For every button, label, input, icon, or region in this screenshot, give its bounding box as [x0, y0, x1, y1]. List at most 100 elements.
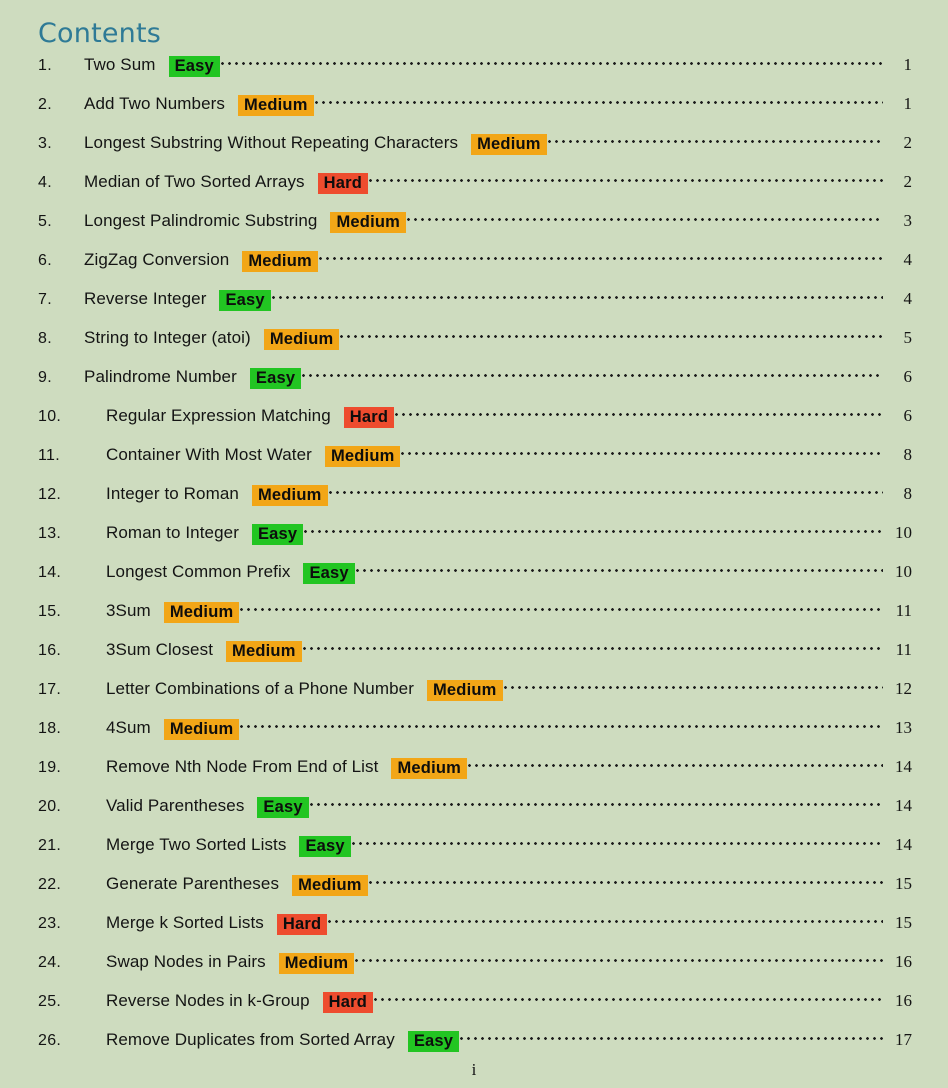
toc-item-page-number: 14 [895, 756, 912, 776]
toc-row[interactable]: 25. Reverse Nodes in k-Group Hard 16 [0, 989, 948, 1028]
toc-item-title[interactable]: Median of Two Sorted Arrays [84, 172, 305, 192]
toc-item-title[interactable]: Reverse Nodes in k-Group [106, 991, 310, 1011]
toc-item-title[interactable]: ZigZag Conversion [84, 250, 229, 270]
toc-item-title[interactable]: Add Two Numbers [84, 94, 225, 114]
toc-item-number: 25. [38, 992, 62, 1010]
toc-item-title[interactable]: Reverse Integer [84, 289, 206, 309]
difficulty-badge-medium: Medium [163, 601, 240, 623]
toc-row[interactable]: 22. Generate Parentheses Medium 15 [0, 872, 948, 911]
toc-item-number: 12. [38, 485, 62, 503]
toc-item-page-number: 10 [895, 522, 912, 542]
difficulty-badge-easy: Easy [168, 55, 220, 77]
toc-item-page-number: 6 [903, 405, 913, 425]
toc-item-page-number: 10 [895, 561, 912, 581]
toc-item-title[interactable]: Merge k Sorted Lists [106, 913, 264, 933]
dot-leader [314, 92, 883, 109]
toc-item-title[interactable]: Longest Substring Without Repeating Char… [84, 133, 458, 153]
difficulty-badge-easy: Easy [257, 796, 309, 818]
toc-item-title[interactable]: Remove Nth Node From End of List [106, 757, 378, 777]
toc-item-number: 5. [38, 212, 52, 230]
toc-item-title[interactable]: Swap Nodes in Pairs [106, 952, 266, 972]
toc-row[interactable]: 7. Reverse Integer Easy 4 [0, 287, 948, 326]
toc-item-title[interactable]: Merge Two Sorted Lists [106, 835, 286, 855]
difficulty-badge-medium: Medium [242, 250, 318, 272]
dot-leader [468, 755, 883, 772]
toc-row[interactable]: 11. Container With Most Water Medium 8 [0, 443, 948, 482]
toc-row[interactable]: 24. Swap Nodes in Pairs Medium 16 [0, 950, 948, 989]
toc-item-page-number: 8 [903, 444, 913, 464]
dot-leader [309, 794, 883, 811]
toc-item-number: 18. [38, 719, 62, 737]
difficulty-badge-medium: Medium [226, 640, 302, 662]
toc-item-page-number: 15 [895, 873, 912, 893]
toc-item-title[interactable]: Container With Most Water [106, 445, 312, 465]
toc-item-title[interactable]: Two Sum [84, 55, 156, 75]
toc-item-number: 17. [38, 680, 62, 698]
toc-row[interactable]: 19. Remove Nth Node From End of List Mediu… [0, 755, 948, 794]
dot-leader [503, 677, 883, 694]
toc-row[interactable]: 21. Merge Two Sorted Lists Easy 14 [0, 833, 948, 872]
toc-item-page-number: 13 [895, 717, 912, 737]
toc-row[interactable]: 3. Longest Substring Without Repeating Ch… [0, 131, 948, 170]
toc-item-page-number: 14 [895, 834, 912, 854]
toc-row[interactable]: 20. Valid Parentheses Easy 14 [0, 794, 948, 833]
difficulty-badge-medium: Medium [278, 952, 355, 974]
toc-row[interactable]: 17. Letter Combinations of a Phone Number… [0, 677, 948, 716]
toc-item-title[interactable]: 3Sum [106, 601, 151, 621]
toc-row[interactable]: 12. Integer to Roman Medium 8 [0, 482, 948, 521]
toc-row[interactable]: 23. Merge k Sorted Lists Hard 15 [0, 911, 948, 950]
dot-leader [355, 950, 883, 967]
toc-item-page-number: 17 [895, 1029, 912, 1049]
toc-item-number: 9. [38, 368, 52, 386]
toc-item-number: 13. [38, 524, 62, 542]
toc-item-title[interactable]: Remove Duplicates from Sorted Array [106, 1030, 395, 1050]
toc-row[interactable]: 8. String to Integer (atoi) Medium 5 [0, 326, 948, 365]
toc-item-number: 22. [38, 875, 62, 893]
dot-leader [369, 170, 883, 187]
toc-item-number: 26. [38, 1031, 62, 1049]
toc-row[interactable]: 5. Longest Palindromic Substring Medium 3 [0, 209, 948, 248]
dot-leader [328, 482, 884, 499]
toc-item-page-number: 15 [895, 912, 912, 932]
toc-item-number: 8. [38, 329, 52, 347]
toc-item-number: 6. [38, 251, 52, 269]
dot-leader [355, 560, 883, 577]
toc-item-number: 3. [38, 134, 52, 152]
toc-row[interactable]: 16. 3Sum Closest Medium 11 [0, 638, 948, 677]
toc-item-title[interactable]: Longest Palindromic Substring [84, 211, 317, 231]
toc-item-title[interactable]: String to Integer (atoi) [84, 328, 251, 348]
toc-row[interactable]: 2. Add Two Numbers Medium 1 [0, 92, 948, 131]
toc-item-title[interactable]: 4Sum [106, 718, 151, 738]
toc-row[interactable]: 1. Two Sum Easy 1 [0, 53, 948, 92]
toc-item-title[interactable]: Letter Combinations of a Phone Number [106, 679, 414, 699]
toc-row[interactable]: 15. 3Sum Medium 11 [0, 599, 948, 638]
difficulty-badge-medium: Medium [330, 211, 407, 233]
toc-item-title[interactable]: Valid Parentheses [106, 796, 244, 816]
toc-row[interactable]: 9. Palindrome Number Easy 6 [0, 365, 948, 404]
toc-row[interactable]: 10. Regular Expression Matching Hard 6 [0, 404, 948, 443]
difficulty-badge-medium: Medium [238, 94, 314, 116]
page-title: Contents [38, 18, 162, 49]
toc-item-page-number: 14 [895, 795, 912, 815]
toc-row[interactable]: 6. ZigZag Conversion Medium 4 [0, 248, 948, 287]
toc-item-title[interactable]: Integer to Roman [106, 484, 239, 504]
toc-item-number: 1. [38, 56, 52, 74]
difficulty-badge-medium: Medium [292, 874, 368, 896]
toc-row[interactable]: 18. 4Sum Medium 13 [0, 716, 948, 755]
toc-item-title[interactable]: Generate Parentheses [106, 874, 279, 894]
difficulty-badge-easy: Easy [219, 289, 271, 311]
toc-row[interactable]: 13. Roman to Integer Easy 10 [0, 521, 948, 560]
toc-item-title[interactable]: Longest Common Prefix [106, 562, 290, 582]
difficulty-badge-hard: Hard [322, 991, 374, 1013]
difficulty-badge-medium: Medium [163, 718, 240, 740]
toc-row[interactable]: 14. Longest Common Prefix Easy 10 [0, 560, 948, 599]
toc-item-page-number: 8 [903, 483, 913, 503]
dot-leader [220, 53, 883, 70]
toc-item-title[interactable]: Regular Expression Matching [106, 406, 331, 426]
toc-item-title[interactable]: Roman to Integer [106, 523, 239, 543]
toc-row[interactable]: 4. Median of Two Sorted Arrays Hard 2 [0, 170, 948, 209]
toc-item-page-number: 16 [895, 951, 912, 971]
toc-item-title[interactable]: 3Sum Closest [106, 640, 213, 660]
dot-leader [340, 326, 883, 343]
toc-item-title[interactable]: Palindrome Number [84, 367, 237, 387]
